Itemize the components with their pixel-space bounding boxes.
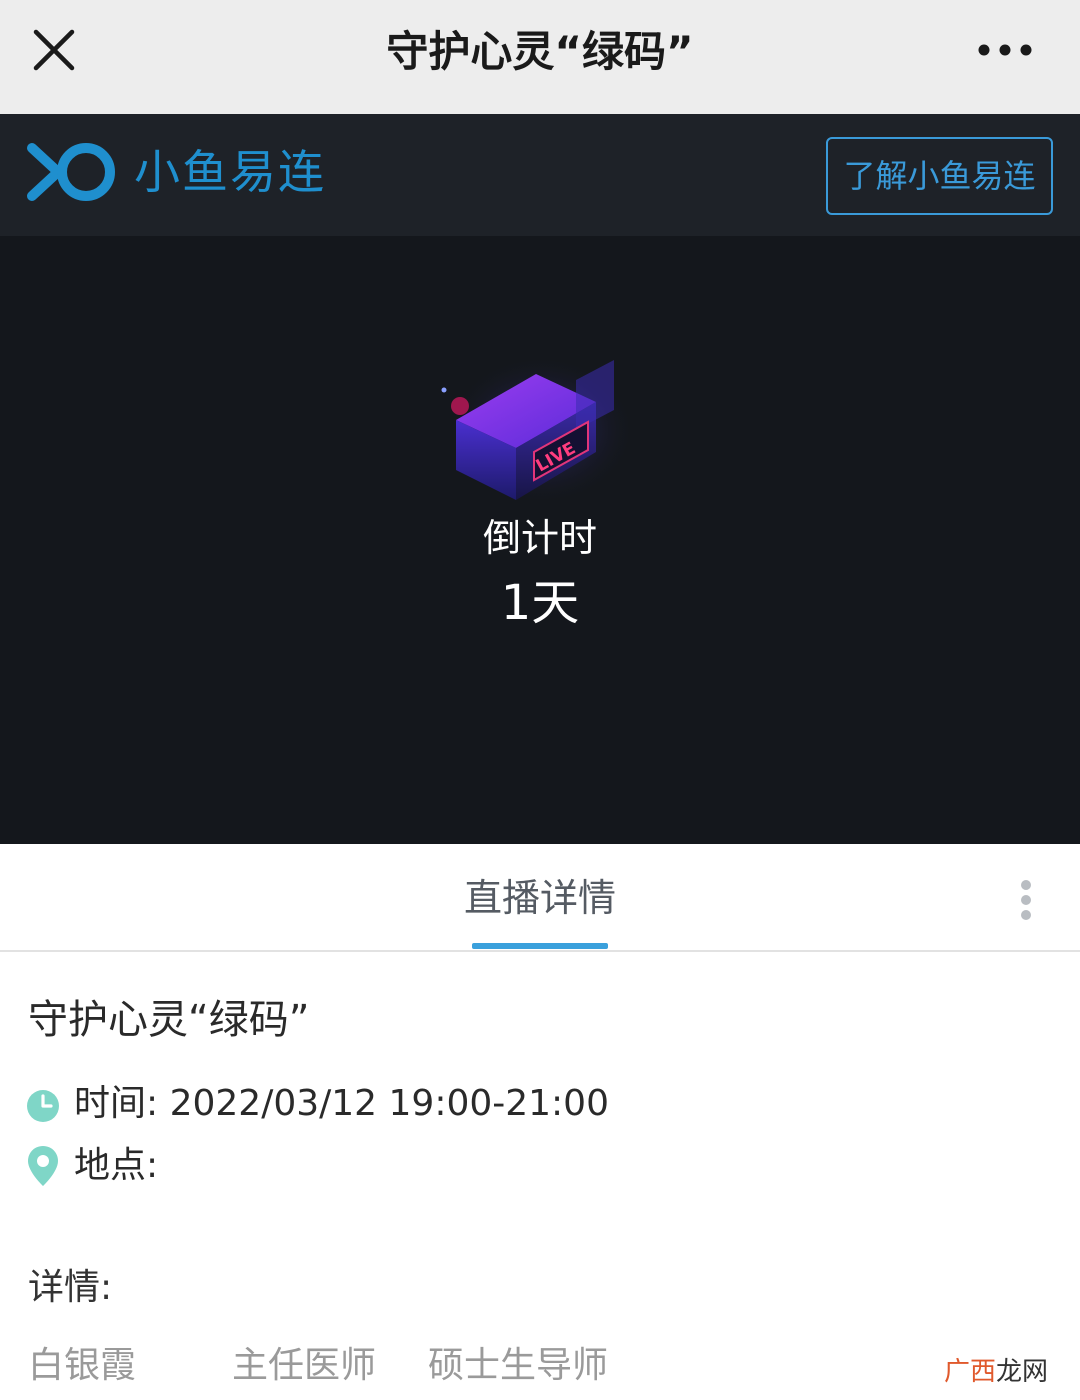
speaker-row: 白银霞 主任医师 硕士生导师 [28,1340,928,1392]
learn-more-button[interactable]: 了解小鱼易连 [826,137,1053,215]
countdown-label: 倒计时 [482,516,597,560]
active-tab-indicator [472,943,608,949]
clock-icon [26,1084,62,1124]
watermark: 广西龙网 [944,1352,1048,1392]
speaker-name: 白银霞 [28,1345,137,1386]
event-time: 时间: 2022/03/12 19:00-21:00 [74,1083,609,1124]
brand-name: 小鱼易连 [134,145,326,199]
details-label: 详情: [28,1267,113,1308]
more-horizontal-icon[interactable] [970,24,1040,76]
more-vertical-icon[interactable] [1008,876,1044,924]
event-location: 地点: [74,1145,159,1186]
location-pin-icon [26,1146,62,1186]
watermark-part-b: 龙网 [995,1357,1048,1387]
page-title: 守护心灵“绿码” [386,27,694,76]
live-box-icon: LIVE [436,340,636,510]
close-icon[interactable] [22,18,86,82]
brand-logo-icon [26,140,120,204]
watermark-part-a: 广西 [943,1357,996,1387]
speaker-role: 硕士生导师 [428,1345,609,1386]
speaker-title: 主任医师 [232,1345,377,1386]
event-title: 守护心灵“绿码” [28,997,310,1043]
tab-live-details[interactable]: 直播详情 [440,870,640,926]
countdown-value: 1天 [500,575,580,631]
